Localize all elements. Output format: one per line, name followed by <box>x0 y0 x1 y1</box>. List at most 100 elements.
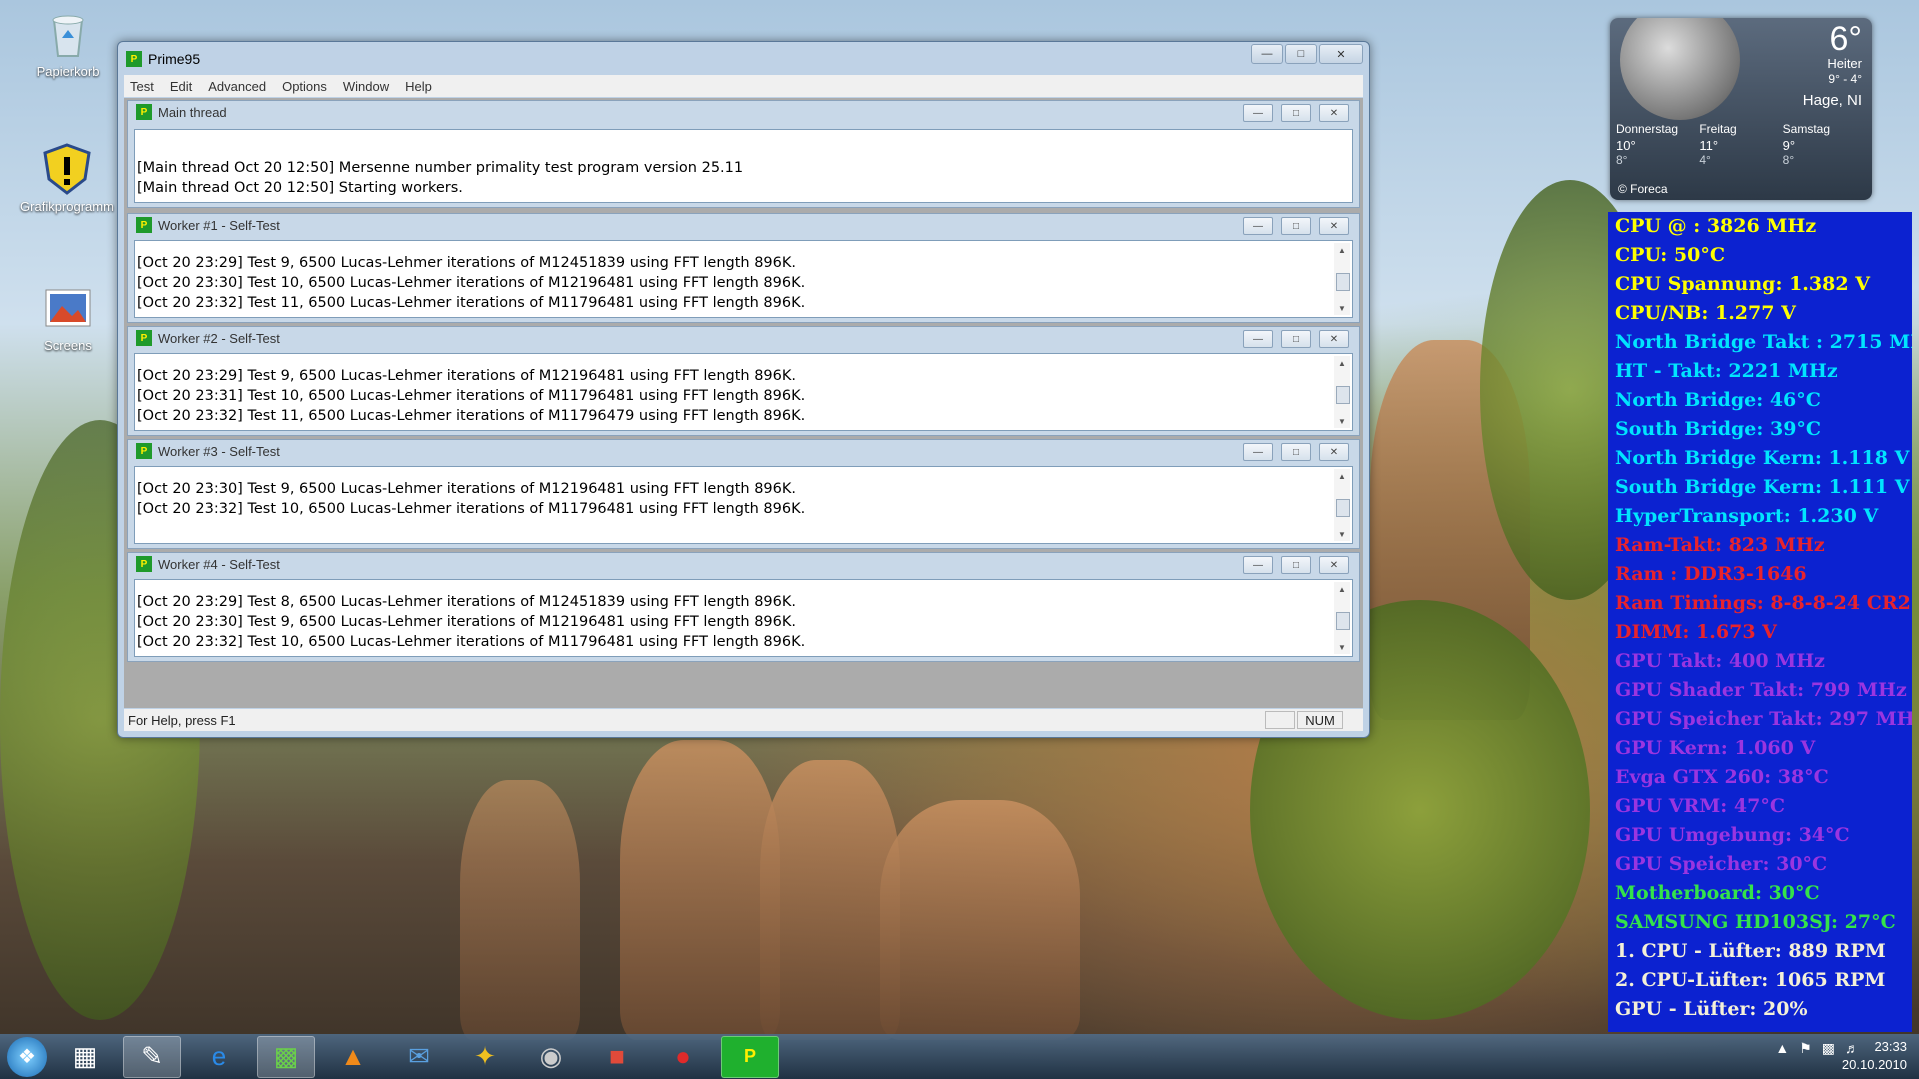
prime95-icon: P <box>136 443 152 459</box>
cube-icon[interactable]: ■ <box>589 1037 645 1077</box>
child-close-button[interactable]: ✕ <box>1319 330 1349 348</box>
menu-advanced[interactable]: Advanced <box>208 79 266 94</box>
scroll-down-icon[interactable]: ▼ <box>1334 414 1350 428</box>
flag-icon[interactable]: ⚑ <box>1799 1040 1812 1057</box>
log-output[interactable]: [Main thread Oct 20 12:50] Mersenne numb… <box>134 129 1353 203</box>
forecast-day-name: Samstag <box>1782 122 1831 136</box>
child-maximize-button[interactable]: □ <box>1281 443 1311 461</box>
scroll-thumb[interactable] <box>1336 612 1350 631</box>
menu-bar: Test Edit Advanced Options Window Help <box>124 75 1363 97</box>
window-titlebar[interactable]: P Prime95 <box>126 48 200 70</box>
close-button[interactable]: ✕ <box>1319 44 1363 64</box>
child-minimize-button[interactable]: — <box>1243 330 1273 348</box>
prime95-taskbar-icon[interactable]: P <box>721 1035 779 1078</box>
mail-icon[interactable]: ✉ <box>391 1037 447 1077</box>
tray-expand-icon[interactable]: ▲ <box>1775 1040 1789 1057</box>
child-title: Main thread <box>158 104 227 120</box>
start-button[interactable]: ❖ <box>7 1036 47 1077</box>
clock[interactable]: 23:33 20.10.2010 <box>1842 1038 1907 1074</box>
child-window-worker-3[interactable]: P Worker #3 - Self-Test — □ ✕ [Oct 20 23… <box>127 439 1360 549</box>
log-output[interactable]: [Oct 20 23:30] Test 9, 6500 Lucas-Lehmer… <box>134 466 1353 544</box>
scroll-thumb[interactable] <box>1336 386 1350 405</box>
log-output[interactable]: [Oct 20 23:29] Test 8, 6500 Lucas-Lehmer… <box>134 579 1353 657</box>
child-window-worker-4[interactable]: P Worker #4 - Self-Test — □ ✕ [Oct 20 23… <box>127 552 1360 662</box>
child-titlebar[interactable]: P Worker #4 - Self-Test <box>128 553 1359 575</box>
stat-line: GPU Takt: 400 MHz <box>1615 650 1825 672</box>
puzzle-icon[interactable]: ✦ <box>457 1037 513 1077</box>
vertical-scrollbar[interactable]: ▲ ▼ <box>1334 582 1350 654</box>
prime95-window[interactable]: P Prime95 — □ ✕ Test Edit Advanced Optio… <box>117 41 1370 738</box>
menu-help[interactable]: Help <box>405 79 432 94</box>
menu-edit[interactable]: Edit <box>170 79 192 94</box>
maximize-button[interactable]: □ <box>1285 44 1317 64</box>
desktop-icon-grafikprogramm[interactable]: Grafikprogramm <box>19 143 115 214</box>
child-titlebar[interactable]: P Worker #3 - Self-Test <box>128 440 1359 462</box>
vertical-scrollbar[interactable]: ▲ ▼ <box>1334 356 1350 428</box>
stat-line: GPU - Lüfter: 20% <box>1615 998 1808 1020</box>
stat-line: CPU Spannung: 1.382 V <box>1615 273 1870 295</box>
child-window-worker-1[interactable]: P Worker #1 - Self-Test — □ ✕ [Oct 20 23… <box>127 213 1360 323</box>
scroll-up-icon[interactable]: ▲ <box>1334 243 1350 257</box>
child-minimize-button[interactable]: — <box>1243 217 1273 235</box>
log-output[interactable]: [Oct 20 23:29] Test 9, 6500 Lucas-Lehmer… <box>134 240 1353 318</box>
steam-icon[interactable]: ◉ <box>523 1037 579 1077</box>
calculator-icon[interactable]: ▦ <box>57 1037 113 1077</box>
weather-gadget[interactable]: 6° Heiter 9° - 4° Hage, NI Donnerstag 10… <box>1610 18 1872 200</box>
child-maximize-button[interactable]: □ <box>1281 217 1311 235</box>
stat-line: CPU/NB: 1.277 V <box>1615 302 1796 324</box>
ie-icon[interactable]: e <box>191 1037 247 1077</box>
weather-range: 9° - 4° <box>1828 72 1862 86</box>
desktop-icon-label: Grafikprogramm <box>20 199 114 214</box>
scroll-thumb[interactable] <box>1336 499 1350 518</box>
network-tray-icon[interactable]: ▩ <box>1822 1040 1835 1057</box>
log-line: [Oct 20 23:31] Test 10, 6500 Lucas-Lehme… <box>137 388 806 404</box>
stat-line: North Bridge Takt : 2715 MHz <box>1615 331 1912 353</box>
log-line: [Oct 20 23:30] Test 10, 6500 Lucas-Lehme… <box>137 275 806 291</box>
child-title: Worker #4 - Self-Test <box>158 556 280 572</box>
stat-line: GPU Speicher Takt: 297 MHz <box>1615 708 1912 730</box>
scroll-up-icon[interactable]: ▲ <box>1334 469 1350 483</box>
vertical-scrollbar[interactable]: ▲ ▼ <box>1334 469 1350 541</box>
stat-line: GPU Shader Takt: 799 MHz <box>1615 679 1907 701</box>
scroll-down-icon[interactable]: ▼ <box>1334 301 1350 315</box>
child-titlebar[interactable]: P Main thread <box>128 101 1359 123</box>
paint-icon[interactable]: ✎ <box>123 1035 181 1078</box>
log-line: [Oct 20 23:32] Test 10, 6500 Lucas-Lehme… <box>137 634 806 650</box>
stat-line: 1. CPU - Lüfter: 889 RPM <box>1615 940 1886 962</box>
scroll-thumb[interactable] <box>1336 273 1350 292</box>
child-window-worker-2[interactable]: P Worker #2 - Self-Test — □ ✕ [Oct 20 23… <box>127 326 1360 436</box>
child-close-button[interactable]: ✕ <box>1319 443 1349 461</box>
child-close-button[interactable]: ✕ <box>1319 556 1349 574</box>
menu-window[interactable]: Window <box>343 79 389 94</box>
minimize-button[interactable]: — <box>1251 44 1283 64</box>
child-close-button[interactable]: ✕ <box>1319 104 1349 122</box>
vlc-icon[interactable]: ▲ <box>325 1037 381 1077</box>
scroll-down-icon[interactable]: ▼ <box>1334 640 1350 654</box>
child-minimize-button[interactable]: — <box>1243 556 1273 574</box>
child-titlebar[interactable]: P Worker #1 - Self-Test <box>128 214 1359 236</box>
desktop-icon-recycle-bin[interactable]: Papierkorb <box>20 8 116 79</box>
menu-options[interactable]: Options <box>282 79 327 94</box>
child-close-button[interactable]: ✕ <box>1319 217 1349 235</box>
network-icon[interactable]: ▩ <box>257 1035 315 1078</box>
moon-icon <box>1620 18 1740 120</box>
log-line: [Main thread Oct 20 12:50] Mersenne numb… <box>137 160 744 176</box>
child-minimize-button[interactable]: — <box>1243 104 1273 122</box>
child-maximize-button[interactable]: □ <box>1281 330 1311 348</box>
child-maximize-button[interactable]: □ <box>1281 104 1311 122</box>
menu-test[interactable]: Test <box>130 79 154 94</box>
vertical-scrollbar[interactable]: ▲ ▼ <box>1334 243 1350 315</box>
game-icon[interactable]: ● <box>655 1037 711 1077</box>
desktop-icon-screens[interactable]: Screens <box>20 282 116 353</box>
child-titlebar[interactable]: P Worker #2 - Self-Test <box>128 327 1359 349</box>
scroll-up-icon[interactable]: ▲ <box>1334 356 1350 370</box>
weather-forecast: Donnerstag 10° 8° Freitag 11° 4° Samstag… <box>1616 122 1866 167</box>
child-minimize-button[interactable]: — <box>1243 443 1273 461</box>
scroll-down-icon[interactable]: ▼ <box>1334 527 1350 541</box>
child-window-main-thread[interactable]: P Main thread — □ ✕ [Main thread Oct 20 … <box>127 100 1360 208</box>
child-maximize-button[interactable]: □ <box>1281 556 1311 574</box>
prime95-icon: P <box>136 556 152 572</box>
stat-line: DIMM: 1.673 V <box>1615 621 1777 643</box>
scroll-up-icon[interactable]: ▲ <box>1334 582 1350 596</box>
log-output[interactable]: [Oct 20 23:29] Test 9, 6500 Lucas-Lehmer… <box>134 353 1353 431</box>
